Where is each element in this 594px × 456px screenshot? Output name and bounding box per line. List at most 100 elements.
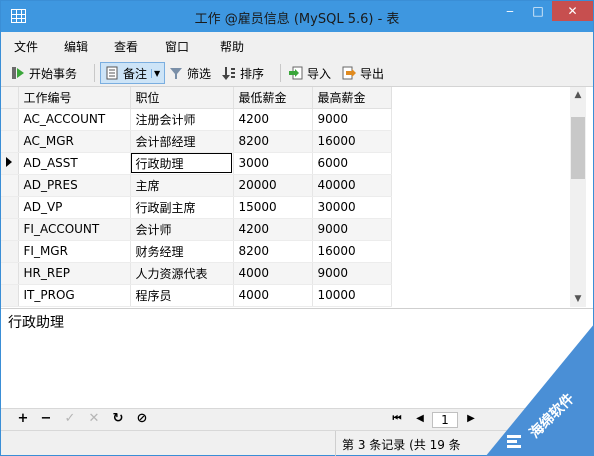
filter-icon <box>169 66 183 80</box>
cell-title[interactable]: 注册会计师 <box>130 108 234 131</box>
next-page-icon[interactable]: ▶ <box>463 411 479 427</box>
cell-max-salary[interactable]: 9000 <box>312 218 392 241</box>
cell-job-id[interactable]: AC_MGR <box>18 130 131 153</box>
cell-min-salary[interactable]: 3000 <box>233 152 313 175</box>
first-page-icon[interactable]: ⏮ <box>389 411 405 427</box>
chevron-down-icon[interactable]: ▼ <box>151 68 160 78</box>
cell-max-salary[interactable]: 16000 <box>312 130 392 153</box>
cell-min-salary[interactable]: 4200 <box>233 218 313 241</box>
cell-job-id[interactable]: AD_VP <box>18 196 131 219</box>
filter-button[interactable]: 筛选 <box>169 62 211 84</box>
title-bar[interactable]: 工作 @雇员信息 (MySQL 5.6) - 表 ‒ □ ✕ <box>1 1 593 32</box>
begin-transaction-label: 开始事务 <box>29 66 78 81</box>
minimize-button[interactable]: ‒ <box>496 1 524 21</box>
menu-file[interactable]: 文件 <box>14 38 38 55</box>
table-row[interactable]: AC_ACCOUNT 注册会计师 4200 9000 <box>1 108 392 131</box>
import-button[interactable]: 导入 <box>289 62 331 84</box>
cell-min-salary[interactable]: 8200 <box>233 240 313 263</box>
scrollbar-thumb[interactable] <box>571 117 585 179</box>
delete-record-icon[interactable]: − <box>38 411 54 427</box>
row-indicator[interactable] <box>1 196 19 219</box>
previous-page-icon[interactable]: ◀ <box>412 411 428 427</box>
row-indicator[interactable] <box>1 284 19 307</box>
cell-job-id[interactable]: IT_PROG <box>18 284 131 307</box>
row-indicator[interactable] <box>1 218 19 241</box>
table-row[interactable]: FI_MGR 财务经理 8200 16000 <box>1 240 392 263</box>
export-icon <box>342 66 356 80</box>
cell-min-salary[interactable]: 4000 <box>233 262 313 285</box>
watermark-logo: 海绵软件 <box>485 323 594 456</box>
cell-max-salary[interactable]: 16000 <box>312 240 392 263</box>
cell-max-salary[interactable]: 9000 <box>312 108 392 131</box>
export-label: 导出 <box>360 66 385 81</box>
table-row[interactable]: AD_PRES 主席 20000 40000 <box>1 174 392 197</box>
cell-title[interactable]: 行政副主席 <box>130 196 234 219</box>
cell-min-salary[interactable]: 20000 <box>233 174 313 197</box>
cell-title[interactable]: 人力资源代表 <box>130 262 234 285</box>
table-row[interactable]: AD_VP 行政副主席 15000 30000 <box>1 196 392 219</box>
cell-title[interactable]: 主席 <box>130 174 234 197</box>
cell-min-salary[interactable]: 15000 <box>233 196 313 219</box>
cell-title[interactable]: 财务经理 <box>130 240 234 263</box>
cell-title[interactable]: 会计师 <box>130 218 234 241</box>
cell-min-salary[interactable]: 4200 <box>233 108 313 131</box>
page-number-input[interactable]: 1 <box>432 412 458 428</box>
cell-max-salary[interactable]: 30000 <box>312 196 392 219</box>
table-row-current[interactable]: AD_ASST 行政助理 3000 6000 <box>1 152 392 175</box>
sort-button[interactable]: 排序 <box>222 62 264 84</box>
cell-job-id[interactable]: HR_REP <box>18 262 131 285</box>
menu-help[interactable]: 帮助 <box>220 38 244 55</box>
records-table: 工作编号 职位 最低薪金 最高薪金 AC_ACCOUNT 注册会计师 4200 … <box>1 87 392 307</box>
cell-title[interactable]: 程序员 <box>130 284 234 307</box>
column-header-min-salary[interactable]: 最低薪金 <box>233 87 313 109</box>
row-indicator[interactable] <box>1 108 19 131</box>
cell-job-id[interactable]: AD_PRES <box>18 174 131 197</box>
cell-max-salary[interactable]: 10000 <box>312 284 392 307</box>
row-indicator[interactable] <box>1 130 19 153</box>
column-header-max-salary[interactable]: 最高薪金 <box>312 87 392 109</box>
begin-transaction-button[interactable]: 开始事务 <box>11 62 77 84</box>
menu-edit[interactable]: 编辑 <box>64 38 88 55</box>
cell-min-salary[interactable]: 4000 <box>233 284 313 307</box>
cell-job-id[interactable]: FI_MGR <box>18 240 131 263</box>
column-header-title[interactable]: 职位 <box>130 87 234 109</box>
vertical-scrollbar[interactable]: ▲ ▼ <box>570 87 586 307</box>
cell-min-salary[interactable]: 8200 <box>233 130 313 153</box>
apply-changes-icon[interactable]: ✓ <box>62 411 78 427</box>
cell-max-salary[interactable]: 40000 <box>312 174 392 197</box>
table-row[interactable]: HR_REP 人力资源代表 4000 9000 <box>1 262 392 285</box>
table-row[interactable]: IT_PROG 程序员 4000 10000 <box>1 284 392 307</box>
add-record-icon[interactable]: + <box>15 411 31 427</box>
record-count-status: 第 3 条记录 (共 19 条 <box>342 438 461 452</box>
scroll-down-icon[interactable]: ▼ <box>570 291 586 307</box>
menu-view[interactable]: 查看 <box>114 38 138 55</box>
cell-job-id[interactable]: FI_ACCOUNT <box>18 218 131 241</box>
row-indicator[interactable] <box>1 152 19 175</box>
stop-icon[interactable]: ⊘ <box>134 411 150 427</box>
row-indicator[interactable] <box>1 262 19 285</box>
export-button[interactable]: 导出 <box>342 62 384 84</box>
play-icon <box>11 66 25 80</box>
maximize-button[interactable]: □ <box>524 1 552 21</box>
cell-title-focused[interactable]: 行政助理 <box>130 152 234 175</box>
close-button[interactable]: ✕ <box>552 1 593 21</box>
row-indicator[interactable] <box>1 240 19 263</box>
cell-job-id[interactable]: AD_ASST <box>18 152 131 175</box>
scroll-up-icon[interactable]: ▲ <box>570 87 586 103</box>
cell-max-salary[interactable]: 9000 <box>312 262 392 285</box>
discard-changes-icon[interactable]: ✕ <box>86 411 102 427</box>
row-indicator[interactable] <box>1 174 19 197</box>
sort-label: 排序 <box>240 66 265 81</box>
table-row[interactable]: AC_MGR 会计部经理 8200 16000 <box>1 130 392 153</box>
memo-button[interactable]: 备注 ▼ <box>100 62 166 84</box>
cell-title[interactable]: 会计部经理 <box>130 130 234 153</box>
menu-window[interactable]: 窗口 <box>165 38 189 55</box>
table-row[interactable]: FI_ACCOUNT 会计师 4200 9000 <box>1 218 392 241</box>
data-grid[interactable]: 工作编号 职位 最低薪金 最高薪金 AC_ACCOUNT 注册会计师 4200 … <box>1 87 570 307</box>
column-header-job-id[interactable]: 工作编号 <box>18 87 131 109</box>
refresh-icon[interactable]: ↻ <box>110 411 126 427</box>
cell-job-id[interactable]: AC_ACCOUNT <box>18 108 131 131</box>
memo-label: 备注 <box>123 66 148 81</box>
menu-bar: 文件 编辑 查看 窗口 帮助 <box>1 32 593 58</box>
cell-max-salary[interactable]: 6000 <box>312 152 392 175</box>
